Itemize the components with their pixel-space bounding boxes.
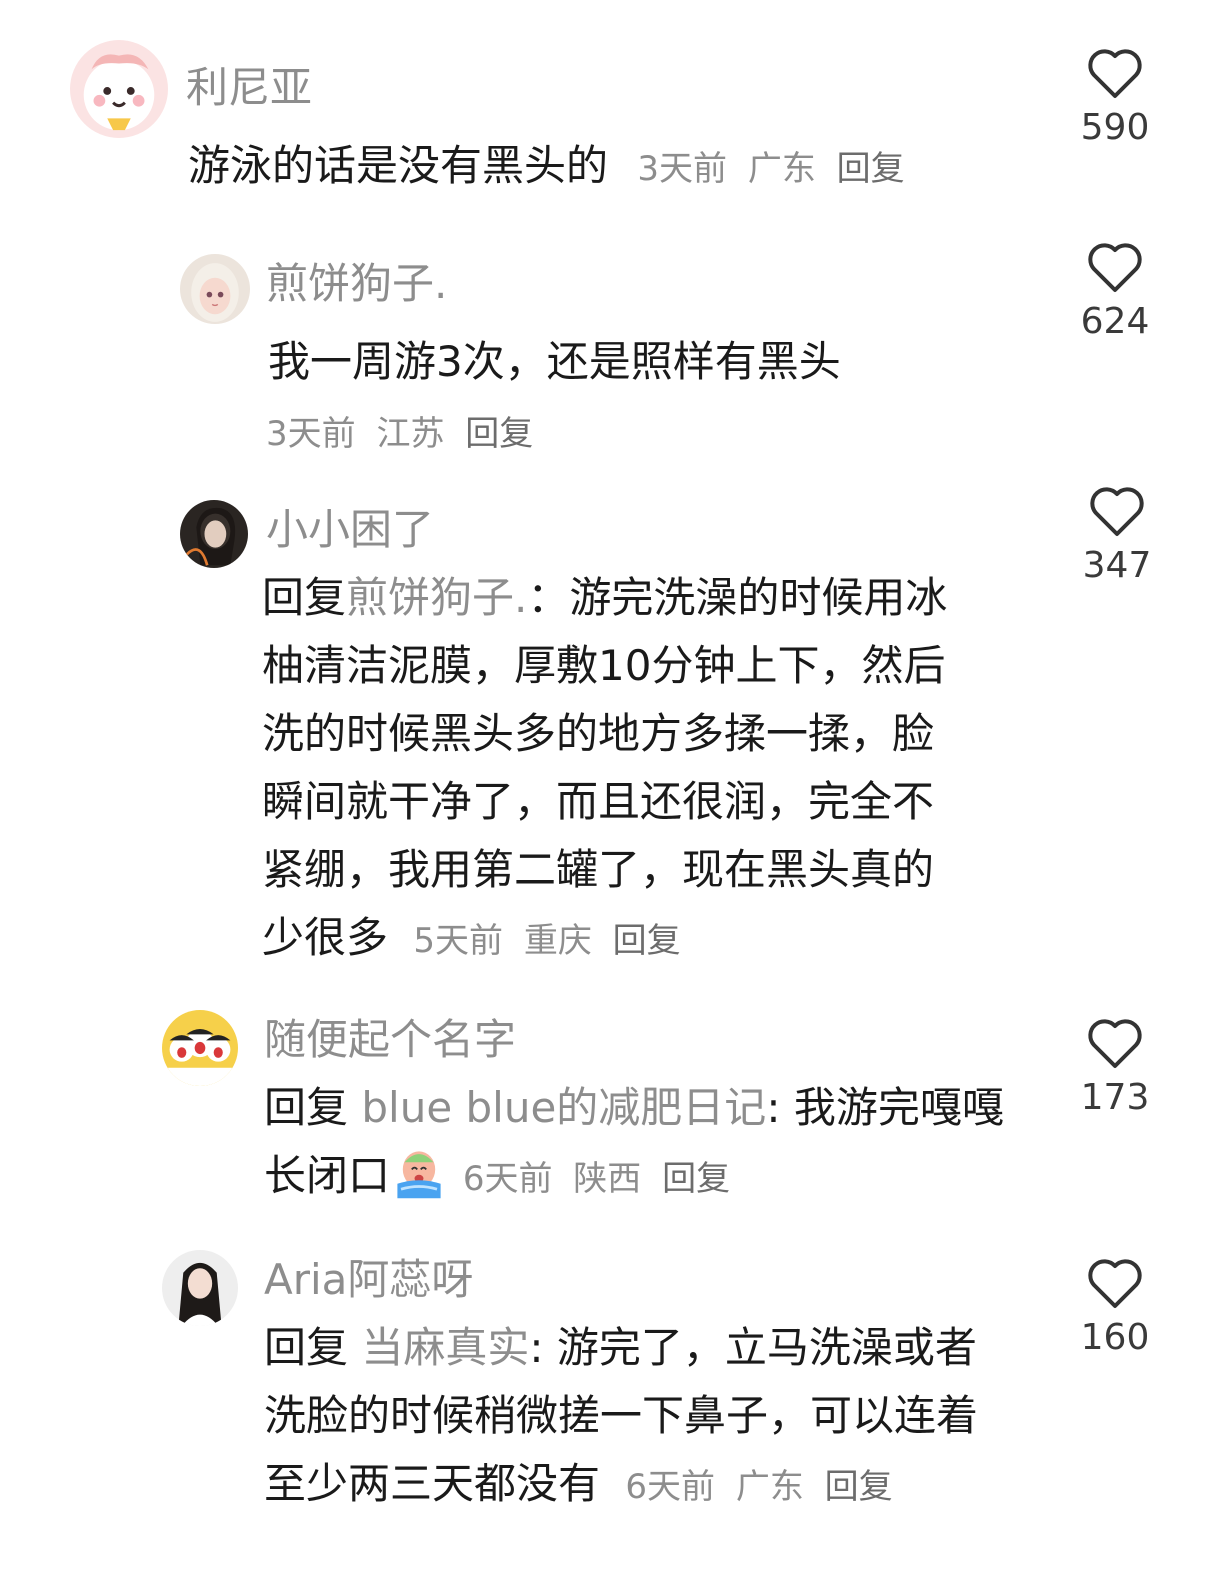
avatar[interactable] (162, 1250, 238, 1326)
avatar[interactable] (70, 40, 168, 138)
comment-text: 我一周游3次，还是照样有黑头 (268, 337, 841, 386)
comment-text: 游完洗澡的时候用冰 (569, 573, 948, 622)
comment-meta: 5天前 重庆 回复 (413, 921, 690, 961)
comment-line: 柚清洁泥膜，厚敷10分钟上下，然后 (262, 641, 946, 690)
comment-location: 重庆 (523, 921, 592, 961)
comment-text: 至少两三天都没有 (264, 1459, 601, 1508)
comment-text: 我游完嘎嘎 (793, 1083, 1004, 1132)
heart-outline-icon (1088, 49, 1142, 98)
comment-line: 少很多 5天前 重庆 回复 (262, 904, 1022, 975)
avatar-girl-dark-icon (180, 500, 248, 568)
comment-time: 6天前 (625, 1467, 716, 1507)
comment-line: 瞬间就干净了，而且还很润，完全不 (262, 777, 935, 826)
comment-line: 回复 blue blue的减肥日记: 我游完嘎嘎 (264, 1074, 1064, 1142)
comment-location: 广东 (735, 1467, 804, 1507)
comment-body: 回复 blue blue的减肥日记: 我游完嘎嘎 长闭口 6天前 陕西 回复 (264, 1074, 1064, 1213)
like-button[interactable]: 347 (1062, 484, 1172, 588)
reply-button[interactable]: 回复 (613, 921, 681, 961)
comment-text: 少很多 (262, 913, 389, 962)
like-button[interactable]: 590 (1060, 46, 1170, 150)
avatar[interactable] (180, 500, 248, 568)
comment-line: 回复 当麻真实: 游完了，立马洗澡或者 (264, 1314, 1044, 1382)
avatar-pink-cartoon-icon (70, 40, 168, 138)
comment-text: 游完了，立马洗澡或者 (556, 1323, 977, 1372)
comment-location: 江苏 (376, 414, 445, 454)
username[interactable]: Aria阿蕊呀 (264, 1252, 473, 1308)
heart-outline-icon (1088, 243, 1142, 292)
mention-link[interactable]: 煎饼狗子. (346, 573, 527, 622)
comment-line: 紧绷，我用第二罐了，现在黑头真的 (262, 845, 935, 894)
username[interactable]: 煎饼狗子. (266, 256, 447, 312)
like-count: 173 (1080, 1077, 1150, 1118)
avatar-girl-white-hair-icon (180, 254, 250, 324)
like-button[interactable]: 160 (1060, 1256, 1170, 1360)
like-button[interactable]: 173 (1060, 1016, 1170, 1120)
reply-prefix: 回复 (264, 1323, 349, 1372)
comment-meta: 6天前 广东 回复 (625, 1467, 902, 1507)
comment-text: 长闭口 (264, 1151, 391, 1200)
avatar[interactable] (162, 1010, 238, 1086)
username[interactable]: 随便起个名字 (264, 1012, 516, 1068)
like-count: 347 (1082, 545, 1152, 586)
crying-face-emoji-icon (397, 1151, 441, 1199)
comment-line: 回复煎饼狗子.：游完洗澡的时候用冰 (262, 564, 1022, 632)
comment-text: 游泳的话是没有黑头的 (188, 141, 609, 190)
like-button[interactable]: 624 (1060, 240, 1170, 344)
comment-line: 洗脸的时候稍微搓一下鼻子，可以连着 (264, 1391, 979, 1440)
heart-outline-icon (1090, 487, 1144, 536)
comment-time: 3天前 (266, 414, 356, 454)
comment-time: 5天前 (413, 921, 504, 961)
separator: : (529, 1323, 557, 1372)
comment-location: 广东 (747, 149, 816, 189)
avatar[interactable] (180, 254, 250, 324)
comment-location: 陕西 (573, 1159, 642, 1199)
like-count: 590 (1080, 107, 1150, 148)
comment-line: 长闭口 6天前 陕西 回复 (264, 1142, 1064, 1213)
comment-meta: 3天前 江苏 回复 (266, 406, 543, 455)
reply-button[interactable]: 回复 (825, 1467, 893, 1507)
reply-prefix: 回复 (262, 573, 347, 622)
like-count: 624 (1080, 301, 1150, 342)
reply-button[interactable]: 回复 (662, 1159, 730, 1199)
comment-line: 洗的时候黑头多的地方多揉一揉，脸 (262, 709, 935, 758)
avatar-cartoon-group-icon (162, 1010, 238, 1086)
separator: : (766, 1083, 794, 1132)
username[interactable]: 利尼亚 (186, 60, 312, 116)
mention-link[interactable]: 当麻真实 (361, 1323, 529, 1372)
comment-body: 回复煎饼狗子.：游完洗澡的时候用冰 柚清洁泥膜，厚敷10分钟上下，然后 洗的时候… (262, 564, 1022, 975)
comment-body: 回复 当麻真实: 游完了，立马洗澡或者 洗脸的时候稍微搓一下鼻子，可以连着 至少… (264, 1314, 1044, 1521)
comment-meta: 6天前 陕西 回复 (452, 1159, 740, 1199)
reply-button[interactable]: 回复 (837, 149, 905, 189)
heart-outline-icon (1088, 1019, 1142, 1068)
comment-time: 3天前 (637, 149, 728, 189)
avatar-girl-portrait-icon (162, 1250, 238, 1326)
reply-prefix: 回复 (264, 1083, 349, 1132)
like-count: 160 (1080, 1317, 1150, 1358)
reply-button[interactable]: 回复 (465, 414, 533, 454)
mention-link[interactable]: blue blue的减肥日记 (361, 1083, 766, 1132)
comment-time: 6天前 (462, 1159, 553, 1199)
comment-line: 至少两三天都没有 6天前 广东 回复 (264, 1450, 1044, 1521)
username[interactable]: 小小困了 (266, 502, 434, 558)
comment-meta: 3天前 广东 回复 (637, 149, 914, 189)
comment-body: 我一周游3次，还是照样有黑头 (268, 328, 1048, 396)
heart-outline-icon (1088, 1259, 1142, 1308)
comment-body: 游泳的话是没有黑头的 3天前 广东 回复 (188, 132, 1068, 203)
separator: ： (527, 573, 570, 622)
